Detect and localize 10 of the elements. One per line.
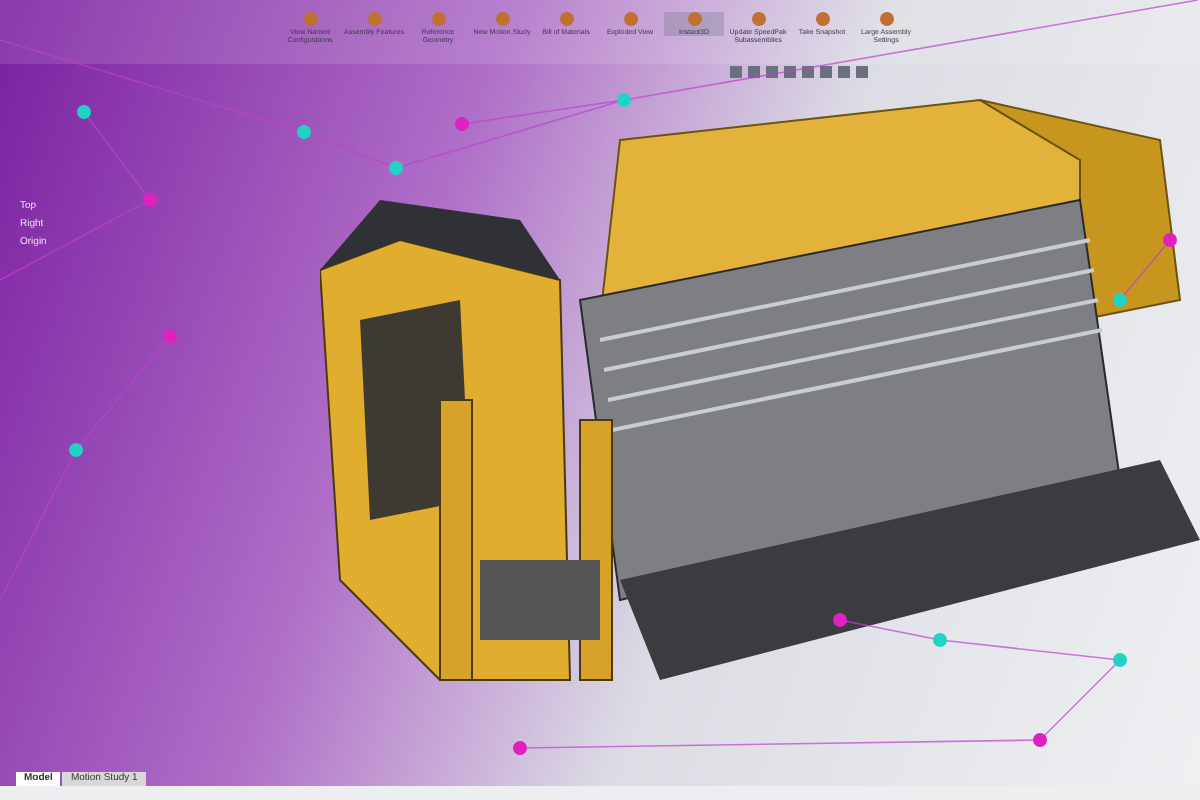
tool-icon bbox=[431, 12, 445, 26]
tool-icon bbox=[303, 12, 317, 26]
tool-icon bbox=[879, 12, 893, 26]
tool-icon bbox=[815, 12, 829, 26]
tool-icon bbox=[559, 12, 573, 26]
tool-icon bbox=[687, 12, 701, 26]
tool-icon bbox=[367, 12, 381, 26]
tool-icon bbox=[495, 12, 509, 26]
tool-icon bbox=[623, 12, 637, 26]
tool-icon bbox=[751, 12, 765, 26]
